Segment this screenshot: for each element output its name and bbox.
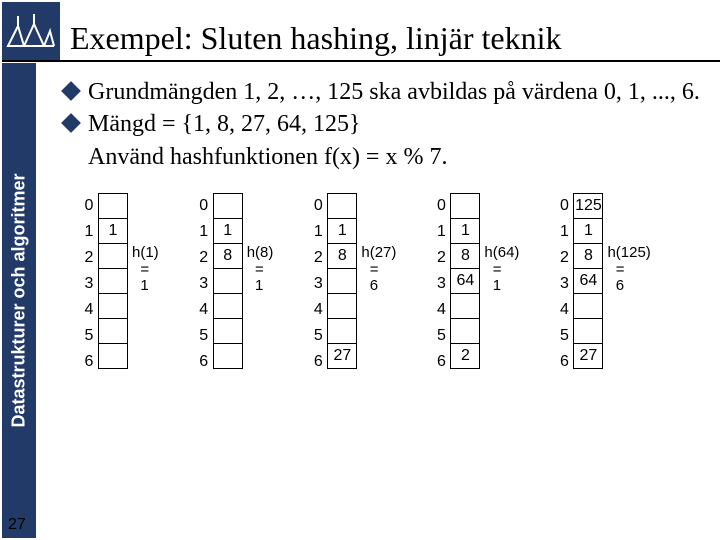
hash-cell: 1 [98, 218, 128, 244]
hash-cell [327, 193, 357, 219]
index-label: 1 [80, 219, 98, 245]
hash-cell [573, 318, 603, 344]
index-label: 3 [309, 271, 327, 297]
index-label: 5 [555, 323, 573, 349]
index-label: 0 [80, 193, 98, 219]
hash-annotation: h(8) = 1 [247, 193, 274, 295]
hash-cell [213, 193, 243, 219]
hash-table-3: 012345618642h(64) = 1 [432, 193, 519, 375]
index-label: 4 [195, 297, 213, 323]
hash-cell [213, 268, 243, 294]
hash-cell [213, 343, 243, 369]
hash-cell [98, 343, 128, 369]
index-label: 1 [555, 219, 573, 245]
hash-table-2: 0123456 18 27 h(27) = 6 [309, 193, 396, 375]
bullet-2-text: = {1, 8, 27, 64, 125} [156, 111, 361, 137]
bullet-1-text: 1, 2, …, 125 ska avbildas på värdena 0, … [237, 79, 700, 105]
index-label: 1 [432, 219, 450, 245]
hash-cell [327, 293, 357, 319]
hash-cell: 1 [573, 218, 603, 244]
index-label: 0 [195, 193, 213, 219]
index-label: 2 [432, 245, 450, 271]
hash-cell: 8 [573, 243, 603, 269]
hash-annotation: h(1) = 1 [132, 193, 159, 295]
index-label: 2 [80, 245, 98, 271]
bullet-1: Grundmängden 1, 2, …, 125 ska avbildas p… [60, 76, 710, 108]
bullet-3: Använd hashfunktionen f(x) = x % 7. [60, 141, 710, 173]
slide-title: Exempel: Sluten hashing, linjär teknik [70, 22, 561, 60]
hash-cell: 8 [327, 243, 357, 269]
hash-cell: 8 [450, 243, 480, 269]
index-label: 0 [555, 193, 573, 219]
hash-cell [213, 318, 243, 344]
hash-annotation: h(27) = 6 [361, 193, 396, 295]
hash-tables: 01234561h(1) = 1012345618h(8) = 10123456… [80, 193, 710, 375]
bullet-icon [61, 113, 81, 133]
index-label: 3 [555, 271, 573, 297]
hash-table-0: 01234561h(1) = 1 [80, 193, 159, 375]
index-label: 2 [195, 245, 213, 271]
hash-cell: 2 [450, 343, 480, 369]
hash-cell [327, 318, 357, 344]
hash-cell: 27 [573, 343, 603, 369]
index-label: 6 [555, 349, 573, 375]
index-label: 3 [432, 271, 450, 297]
hash-cell: 27 [327, 343, 357, 369]
hash-table-4: 0123456 1251864 27 h(125) = 6 [555, 193, 650, 375]
hash-cell: 8 [213, 243, 243, 269]
slide-content: Grundmängden 1, 2, …, 125 ska avbildas p… [60, 76, 710, 375]
index-label: 6 [432, 349, 450, 375]
index-label: 0 [432, 193, 450, 219]
index-label: 3 [80, 271, 98, 297]
hash-table-1: 0123456 18h(8) = 1 [195, 193, 274, 375]
logo-icon [2, 2, 60, 60]
hash-cell: 1 [327, 218, 357, 244]
bullet-2: Mängd = {1, 8, 27, 64, 125} [60, 108, 710, 140]
index-label: 4 [309, 297, 327, 323]
hash-cell [98, 293, 128, 319]
index-label: 5 [195, 323, 213, 349]
hash-cell [573, 293, 603, 319]
index-label: 2 [309, 245, 327, 271]
hash-cell [98, 268, 128, 294]
hash-cell: 1 [213, 218, 243, 244]
hash-cell [98, 318, 128, 344]
slide-number: 27 [8, 516, 26, 534]
index-label: 5 [432, 323, 450, 349]
index-label: 1 [195, 219, 213, 245]
sidebar-label: Datastrukturer och algoritmer [9, 173, 30, 427]
index-label: 6 [195, 349, 213, 375]
hash-cell: 1 [450, 218, 480, 244]
index-label: 6 [80, 349, 98, 375]
hash-cell [450, 318, 480, 344]
title-underline [2, 60, 720, 62]
hash-cell [213, 293, 243, 319]
index-label: 4 [432, 297, 450, 323]
hash-cell: 125 [573, 193, 603, 219]
index-label: 4 [80, 297, 98, 323]
bullet-icon [61, 81, 81, 101]
sidebar: Datastrukturer och algoritmer [2, 63, 36, 538]
hash-annotation: h(64) = 1 [484, 193, 519, 295]
hash-cell [98, 243, 128, 269]
hash-cell [450, 293, 480, 319]
hash-cell [450, 193, 480, 219]
index-label: 5 [309, 323, 327, 349]
hash-cell: 64 [573, 268, 603, 294]
index-label: 4 [555, 297, 573, 323]
hash-cell [327, 268, 357, 294]
index-label: 2 [555, 245, 573, 271]
hash-annotation: h(125) = 6 [607, 193, 650, 295]
hash-cell [98, 193, 128, 219]
index-label: 0 [309, 193, 327, 219]
index-label: 6 [309, 349, 327, 375]
index-label: 3 [195, 271, 213, 297]
hash-cell: 64 [450, 268, 480, 294]
index-label: 1 [309, 219, 327, 245]
index-label: 5 [80, 323, 98, 349]
